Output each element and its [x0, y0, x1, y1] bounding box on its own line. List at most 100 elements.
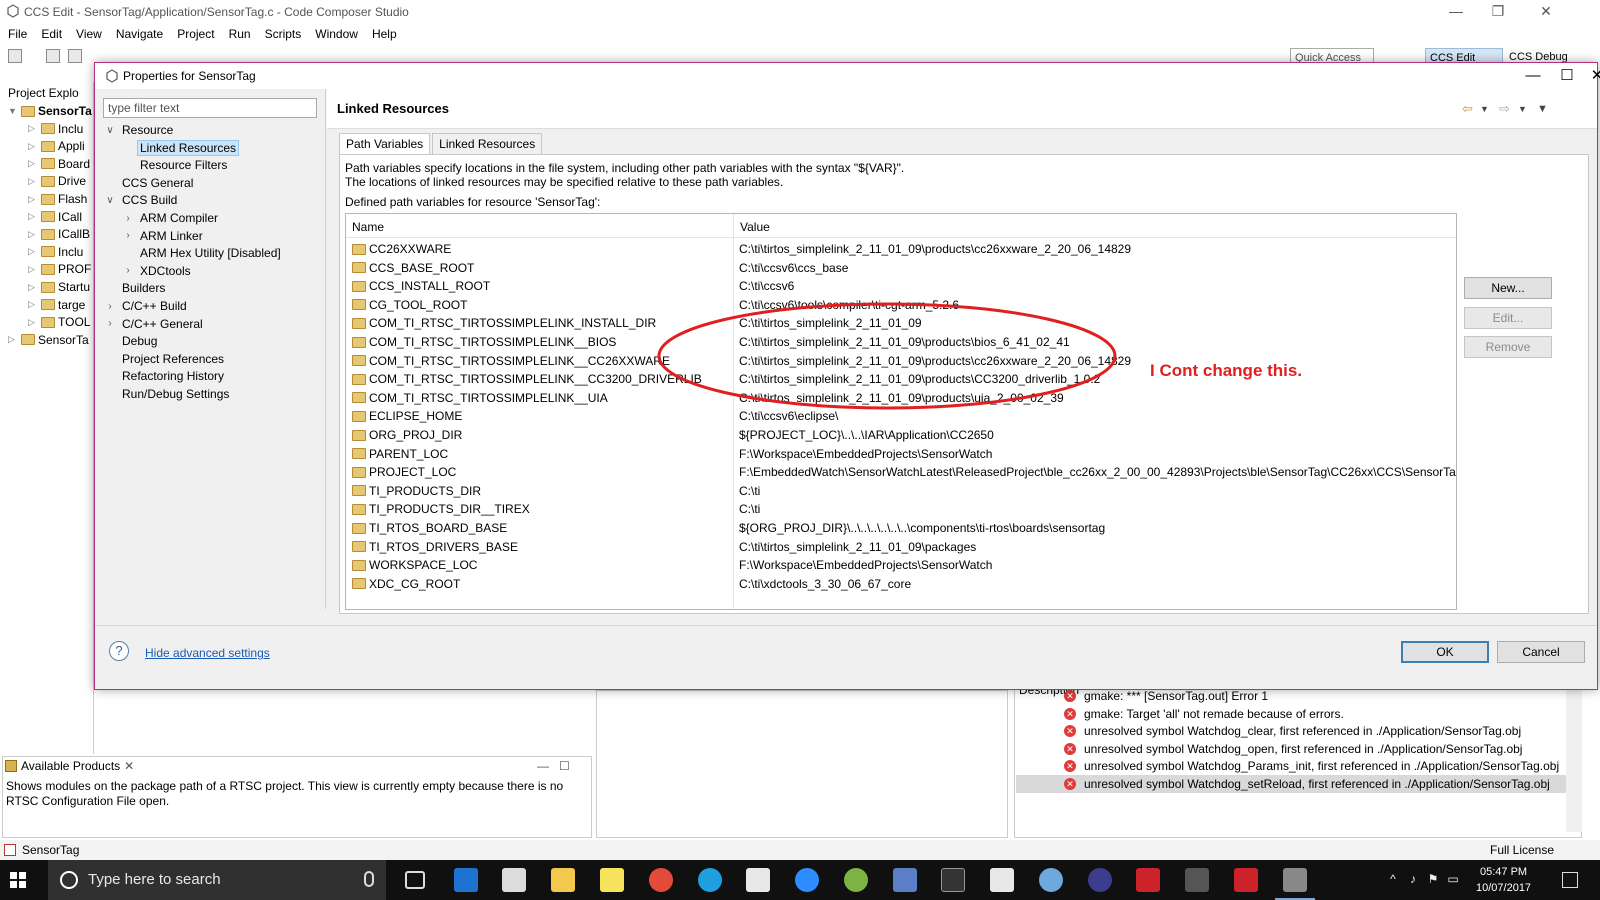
tree-twisty-icon[interactable]: ▷ — [28, 194, 38, 205]
nav-item-resource[interactable]: ∨ Resource — [101, 121, 176, 139]
nav-twisty-icon[interactable]: › — [119, 265, 137, 276]
calculator-icon[interactable] — [990, 868, 1014, 892]
help-icon[interactable]: ? — [109, 641, 129, 661]
system-clock[interactable]: 05:47 PM 10/07/2017 — [1476, 864, 1531, 896]
network-icon[interactable]: ⚑ — [1426, 872, 1440, 886]
problem-item[interactable]: ✕ unresolved symbol Watchdog_clear, first… — [1016, 722, 1566, 740]
nav-item-project-references[interactable]: Project References — [101, 350, 227, 368]
network-tool-icon[interactable] — [893, 868, 917, 892]
table-row[interactable]: CC26XXWARE C:\ti\tirtos_simplelink_2_11_0… — [346, 240, 1456, 258]
project-tree-item[interactable]: ▷ ICallB — [28, 227, 90, 241]
tree-twisty-icon[interactable]: ▷ — [28, 299, 38, 310]
project-tree-item[interactable]: ▷ Inclu — [28, 122, 83, 136]
dialog-maximize-button[interactable]: ☐ — [1555, 67, 1579, 87]
hide-advanced-settings-link[interactable]: Hide advanced settings — [145, 646, 270, 660]
tree-twisty-icon[interactable]: ▷ — [28, 246, 38, 257]
store-icon[interactable] — [502, 868, 526, 892]
tree-twisty-icon[interactable]: ▷ — [28, 317, 38, 328]
taskbar-search-box[interactable]: Type here to search — [48, 860, 386, 900]
table-row[interactable]: CCS_INSTALL_ROOT C:\ti\ccsv6 — [346, 277, 1456, 295]
table-row[interactable]: CCS_BASE_ROOT C:\ti\ccsv6\ccs_base — [346, 259, 1456, 277]
menu-navigate[interactable]: Navigate — [110, 24, 171, 44]
tree-twisty-icon[interactable]: ▷ — [28, 264, 38, 275]
task-view-icon[interactable] — [405, 871, 425, 889]
project-tree-item[interactable]: ▷ Drive — [28, 174, 86, 188]
project-tree-item[interactable]: ▷ Inclu — [28, 245, 83, 259]
nav-item-c-c-build[interactable]: › C/C++ Build — [101, 297, 190, 315]
maximize-view-icon[interactable]: ☐ — [559, 759, 570, 773]
nav-item-xdctools[interactable]: › XDCtools — [119, 262, 194, 280]
nav-item-arm-linker[interactable]: › ARM Linker — [119, 227, 206, 245]
project-tree-item[interactable]: ▷ Flash — [28, 192, 87, 206]
menu-edit[interactable]: Edit — [35, 24, 70, 44]
edge-icon[interactable] — [454, 868, 478, 892]
view-menu-icon[interactable]: ▼ — [1537, 103, 1548, 115]
nav-twisty-icon[interactable]: ∨ — [101, 125, 119, 136]
forward-arrow-icon[interactable]: ⇨ — [1499, 101, 1510, 117]
nav-item-refactoring-history[interactable]: Refactoring History — [101, 367, 227, 385]
close-button[interactable]: ✕ — [1532, 2, 1560, 22]
nav-item-debug[interactable]: Debug — [101, 332, 160, 350]
nav-twisty-icon[interactable]: ∨ — [101, 195, 119, 206]
project-tree-item[interactable]: ▷ Appli — [28, 139, 85, 153]
tree-twisty-icon[interactable]: ▼ — [8, 106, 18, 116]
volume-icon[interactable]: ♪ — [1406, 872, 1420, 886]
cancel-button[interactable]: Cancel — [1497, 641, 1585, 663]
project-tree-item[interactable]: ▷ PROF — [28, 262, 91, 276]
table-row[interactable]: TI_RTOS_DRIVERS_BASE C:\ti\tirtos_simplel… — [346, 538, 1456, 556]
filter-input[interactable] — [103, 98, 317, 118]
table-row[interactable]: XDC_CG_ROOT C:\ti\xdctools_3_30_06_67_cor… — [346, 575, 1456, 593]
skype-icon[interactable] — [698, 868, 722, 892]
new-icon[interactable] — [8, 49, 22, 63]
sticky-notes-icon[interactable] — [600, 868, 624, 892]
save-all-icon[interactable] — [68, 49, 82, 63]
nav-item-c-c-general[interactable]: › C/C++ General — [101, 315, 206, 333]
save-icon[interactable] — [46, 49, 60, 63]
ti-tool-icon[interactable] — [1234, 868, 1258, 892]
chrome-icon[interactable] — [649, 868, 673, 892]
battery-icon[interactable]: ▭ — [1446, 872, 1460, 886]
menu-help[interactable]: Help — [366, 24, 405, 44]
table-row[interactable]: TI_PRODUCTS_DIR__TIREX C:\ti — [346, 500, 1456, 518]
tree-twisty-icon[interactable]: ▷ — [28, 282, 38, 293]
menu-project[interactable]: Project — [171, 24, 222, 44]
table-row[interactable]: TI_PRODUCTS_DIR C:\ti — [346, 482, 1456, 500]
tree-twisty-icon[interactable]: ▷ — [28, 158, 38, 169]
microphone-icon[interactable] — [364, 871, 374, 887]
project-tree-item[interactable]: ▷ SensorTa — [8, 333, 89, 347]
restore-button[interactable]: ❐ — [1484, 2, 1512, 22]
problem-item[interactable]: ✕ unresolved symbol Watchdog_setReload, f… — [1016, 775, 1566, 793]
tab-linked-resources[interactable]: Linked Resources — [432, 133, 543, 155]
tray-chevron-icon[interactable]: ^ — [1386, 872, 1400, 886]
tree-twisty-icon[interactable]: ▷ — [28, 141, 38, 152]
available-products-tab[interactable]: Available Products ✕ — [5, 759, 134, 773]
zoom-icon[interactable] — [795, 868, 819, 892]
table-row[interactable]: WORKSPACE_LOC F:\Workspace\EmbeddedProjec… — [346, 556, 1456, 574]
project-tree-item[interactable]: ▷ Startu — [28, 280, 90, 294]
nav-item-arm-compiler[interactable]: › ARM Compiler — [119, 209, 221, 227]
table-row[interactable]: PROJECT_LOC F:\EmbeddedWatch\SensorWatchL… — [346, 463, 1456, 481]
menu-window[interactable]: Window — [309, 24, 366, 44]
nav-twisty-icon[interactable]: › — [101, 318, 119, 329]
nav-twisty-icon[interactable]: › — [119, 213, 137, 224]
back-arrow-icon[interactable]: ⇦ — [1462, 101, 1473, 117]
back-dropdown-icon[interactable]: ▼ — [1480, 104, 1489, 114]
paint-icon[interactable] — [1039, 868, 1063, 892]
project-tree-item[interactable]: ▼ SensorTa — [8, 104, 92, 118]
tree-twisty-icon[interactable]: ▷ — [28, 123, 38, 134]
nav-item-resource-filters[interactable]: Resource Filters — [119, 156, 230, 174]
dialog-close-button[interactable]: ✕ — [1585, 67, 1600, 87]
problems-scrollbar[interactable] — [1566, 690, 1582, 832]
tab-path-variables[interactable]: Path Variables — [339, 133, 431, 155]
nav-item-linked-resources[interactable]: Linked Resources — [119, 139, 240, 157]
windows-start-icon[interactable] — [10, 872, 26, 888]
nav-item-builders[interactable]: Builders — [101, 279, 168, 297]
dropbox-icon[interactable] — [1185, 868, 1209, 892]
file-explorer-icon[interactable] — [551, 868, 575, 892]
nav-twisty-icon[interactable]: › — [119, 230, 137, 241]
terminal-icon[interactable] — [941, 868, 965, 892]
column-value[interactable]: Value — [740, 220, 770, 234]
ccs-taskbar-icon[interactable] — [1275, 868, 1315, 900]
table-row[interactable]: ORG_PROJ_DIR ${PROJECT_LOC}\..\..\IAR\App… — [346, 426, 1456, 444]
eclipse-icon[interactable] — [1088, 868, 1112, 892]
